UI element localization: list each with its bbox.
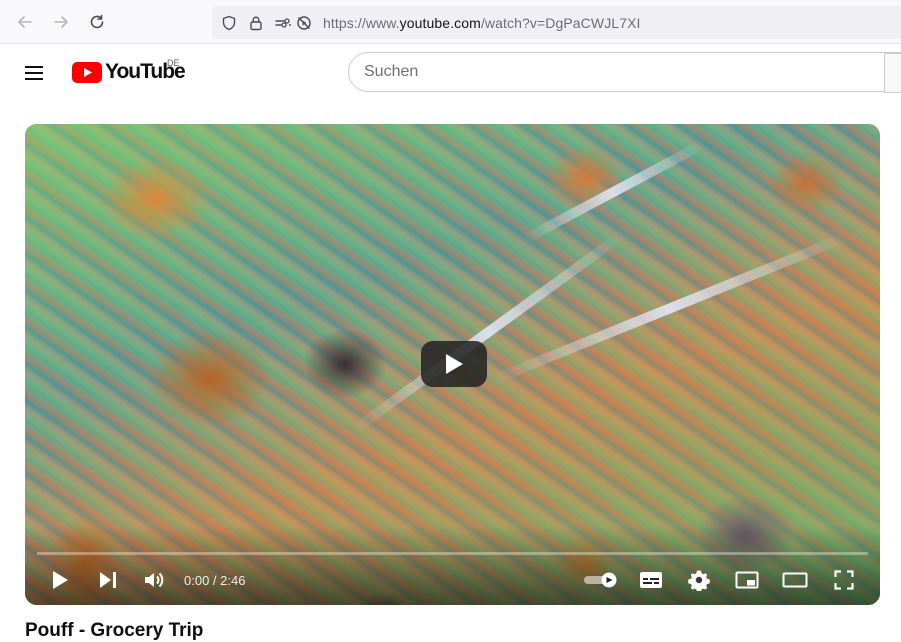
next-icon bbox=[100, 572, 116, 588]
permissions-icon[interactable] bbox=[274, 14, 292, 32]
miniplayer-button[interactable] bbox=[734, 568, 760, 592]
play-button[interactable] bbox=[49, 568, 71, 592]
url-path: /watch?v=DgPaCWJL7XI bbox=[480, 15, 641, 31]
reload-icon[interactable] bbox=[85, 10, 109, 34]
url-prefix: https://www. bbox=[323, 15, 400, 31]
youtube-header: YouTube DE bbox=[0, 45, 901, 101]
settings-button[interactable] bbox=[687, 568, 711, 592]
menu-icon[interactable] bbox=[25, 63, 49, 83]
video-title: Pouff - Grocery Trip bbox=[25, 620, 204, 641]
fullscreen-button[interactable] bbox=[832, 568, 856, 592]
time-display: 0:00 / 2:46 bbox=[184, 573, 245, 588]
autoplay-toggle-icon bbox=[584, 572, 617, 588]
shield-icon[interactable] bbox=[220, 14, 238, 32]
large-play-button[interactable] bbox=[421, 341, 487, 387]
address-bar[interactable]: https://www.youtube.com/watch?v=DgPaCWJL… bbox=[212, 6, 901, 39]
url-text[interactable]: https://www.youtube.com/watch?v=DgPaCWJL… bbox=[323, 15, 641, 31]
back-arrow-icon[interactable] bbox=[13, 10, 37, 34]
subtitles-button[interactable] bbox=[638, 568, 664, 592]
time-separator: / bbox=[209, 573, 221, 588]
url-host: youtube.com bbox=[399, 15, 481, 31]
forward-arrow-icon[interactable] bbox=[49, 10, 73, 34]
play-icon bbox=[446, 354, 463, 374]
subtitles-icon bbox=[640, 572, 662, 588]
browser-toolbar: https://www.youtube.com/watch?v=DgPaCWJL… bbox=[0, 0, 901, 44]
video-player[interactable]: 0:00 / 2:46 bbox=[25, 124, 880, 605]
next-button[interactable] bbox=[96, 568, 120, 592]
autoplay-toggle[interactable] bbox=[582, 568, 620, 592]
search-button[interactable] bbox=[884, 53, 901, 93]
time-current: 0:00 bbox=[184, 573, 210, 588]
volume-button[interactable] bbox=[142, 568, 166, 592]
play-icon bbox=[53, 571, 68, 589]
theater-mode-button[interactable] bbox=[782, 568, 808, 592]
settings-gear-icon bbox=[688, 570, 710, 591]
lock-icon[interactable] bbox=[247, 14, 265, 32]
autoplay-blocked-icon[interactable] bbox=[295, 14, 313, 32]
theater-mode-icon bbox=[782, 572, 808, 588]
time-total: 2:46 bbox=[220, 573, 246, 588]
progress-bar[interactable] bbox=[37, 552, 868, 555]
search-input[interactable] bbox=[364, 53, 864, 91]
controls-gradient bbox=[25, 525, 880, 605]
search-box[interactable] bbox=[348, 52, 901, 92]
youtube-logo-icon bbox=[72, 61, 102, 83]
miniplayer-icon bbox=[735, 571, 759, 589]
fullscreen-icon bbox=[834, 570, 854, 590]
country-code: DE bbox=[167, 58, 180, 68]
volume-icon bbox=[145, 572, 164, 588]
